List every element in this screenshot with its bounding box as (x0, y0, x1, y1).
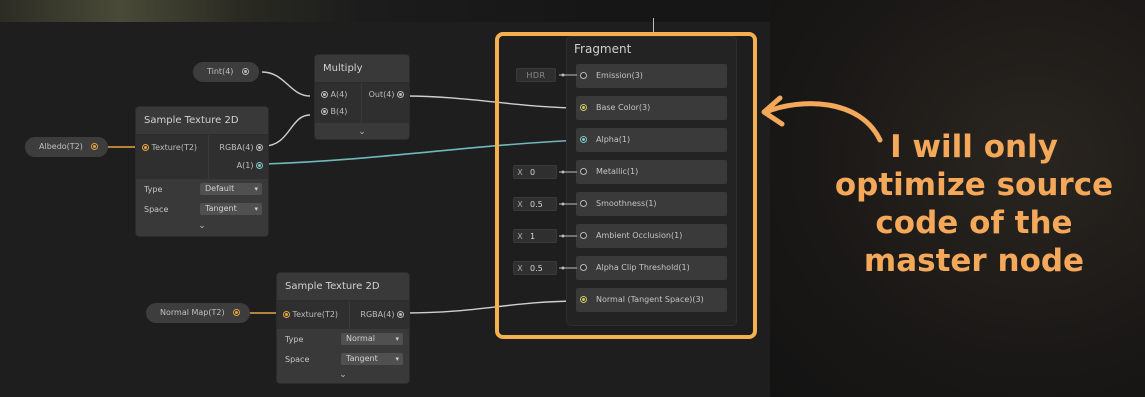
sample2-output-rgba[interactable]: RGBA(4) (360, 310, 404, 319)
sample2-title: Sample Texture 2D (277, 273, 409, 301)
multiply-output[interactable]: Out(4) (369, 90, 404, 99)
sample1-input-label: Texture(T2) (151, 143, 198, 152)
sample2-space-label: Space (285, 355, 310, 364)
sample1-type-value: Default (205, 184, 235, 193)
sample2-type-label: Type (285, 335, 304, 344)
dropdown-arrow-icon: ▾ (254, 185, 258, 193)
property-node-tint[interactable]: Tint(4) (193, 62, 259, 82)
dropdown-arrow-icon: ▾ (395, 335, 399, 343)
chevron-down-icon[interactable]: ⌄ (136, 221, 268, 231)
normal-map-label: Normal Map(T2) (160, 308, 225, 317)
tint-output-port[interactable] (241, 68, 249, 75)
wire-rgba-multiply (263, 114, 311, 147)
sample1-title: Sample Texture 2D (136, 107, 268, 135)
master-node-highlight-box (495, 32, 757, 339)
tint-label: Tint(4) (207, 67, 234, 76)
multiply-input-b-label: B(4) (330, 107, 348, 116)
sample2-input-texture[interactable]: Texture(T2) (283, 310, 338, 319)
normal-map-output-port[interactable] (233, 309, 241, 316)
property-node-albedo[interactable]: Albedo(T2) (25, 137, 109, 157)
sample2-input-label: Texture(T2) (292, 310, 339, 319)
multiply-node[interactable]: Multiply A(4) B(4) Out(4) ⌄ (314, 54, 410, 140)
dropdown-arrow-icon: ▾ (395, 355, 399, 363)
multiply-output-label: Out(4) (368, 90, 395, 99)
multiply-input-b[interactable]: B(4) (321, 107, 347, 116)
sample-texture-node-2[interactable]: Sample Texture 2D Texture(T2) RGBA(4) Ty… (276, 272, 410, 384)
sample1-space-dropdown[interactable]: Tangent ▾ (200, 203, 262, 215)
sample-texture-node-1[interactable]: Sample Texture 2D Texture(T2) RGBA(4) A(… (135, 106, 269, 237)
sample2-space-dropdown[interactable]: Tangent ▾ (341, 353, 403, 365)
sample2-type-dropdown[interactable]: Normal ▾ (341, 333, 403, 345)
sample1-type-label: Type (144, 185, 163, 194)
sample1-space-value: Tangent (205, 204, 237, 213)
callout-text: I will only optimize source code of the … (834, 129, 1114, 279)
sample2-type-value: Normal (346, 334, 375, 343)
multiply-title: Multiply (315, 55, 409, 83)
chevron-down-icon[interactable]: ⌄ (277, 370, 409, 380)
sample2-output-rgba-label: RGBA(4) (360, 310, 395, 319)
wire-tint-multiply (261, 71, 311, 97)
multiply-input-a[interactable]: A(4) (321, 90, 347, 99)
sample1-input-texture[interactable]: Texture(T2) (142, 143, 197, 152)
property-node-normal-map[interactable]: Normal Map(T2) (146, 303, 251, 323)
sample1-type-dropdown[interactable]: Default ▾ (200, 183, 262, 195)
sample2-space-value: Tangent (346, 354, 378, 363)
sample1-output-rgba-label: RGBA(4) (219, 143, 254, 152)
albedo-label: Albedo(T2) (39, 142, 83, 151)
sample1-output-a[interactable]: A(1) (237, 161, 263, 170)
albedo-output-port[interactable] (91, 143, 99, 150)
chevron-down-icon[interactable]: ⌄ (315, 127, 409, 137)
sample1-space-label: Space (144, 205, 169, 214)
sample1-output-rgba[interactable]: RGBA(4) (219, 143, 263, 152)
multiply-input-a-label: A(4) (330, 90, 348, 99)
sample1-output-a-label: A(1) (236, 161, 254, 170)
dropdown-arrow-icon: ▾ (254, 205, 258, 213)
